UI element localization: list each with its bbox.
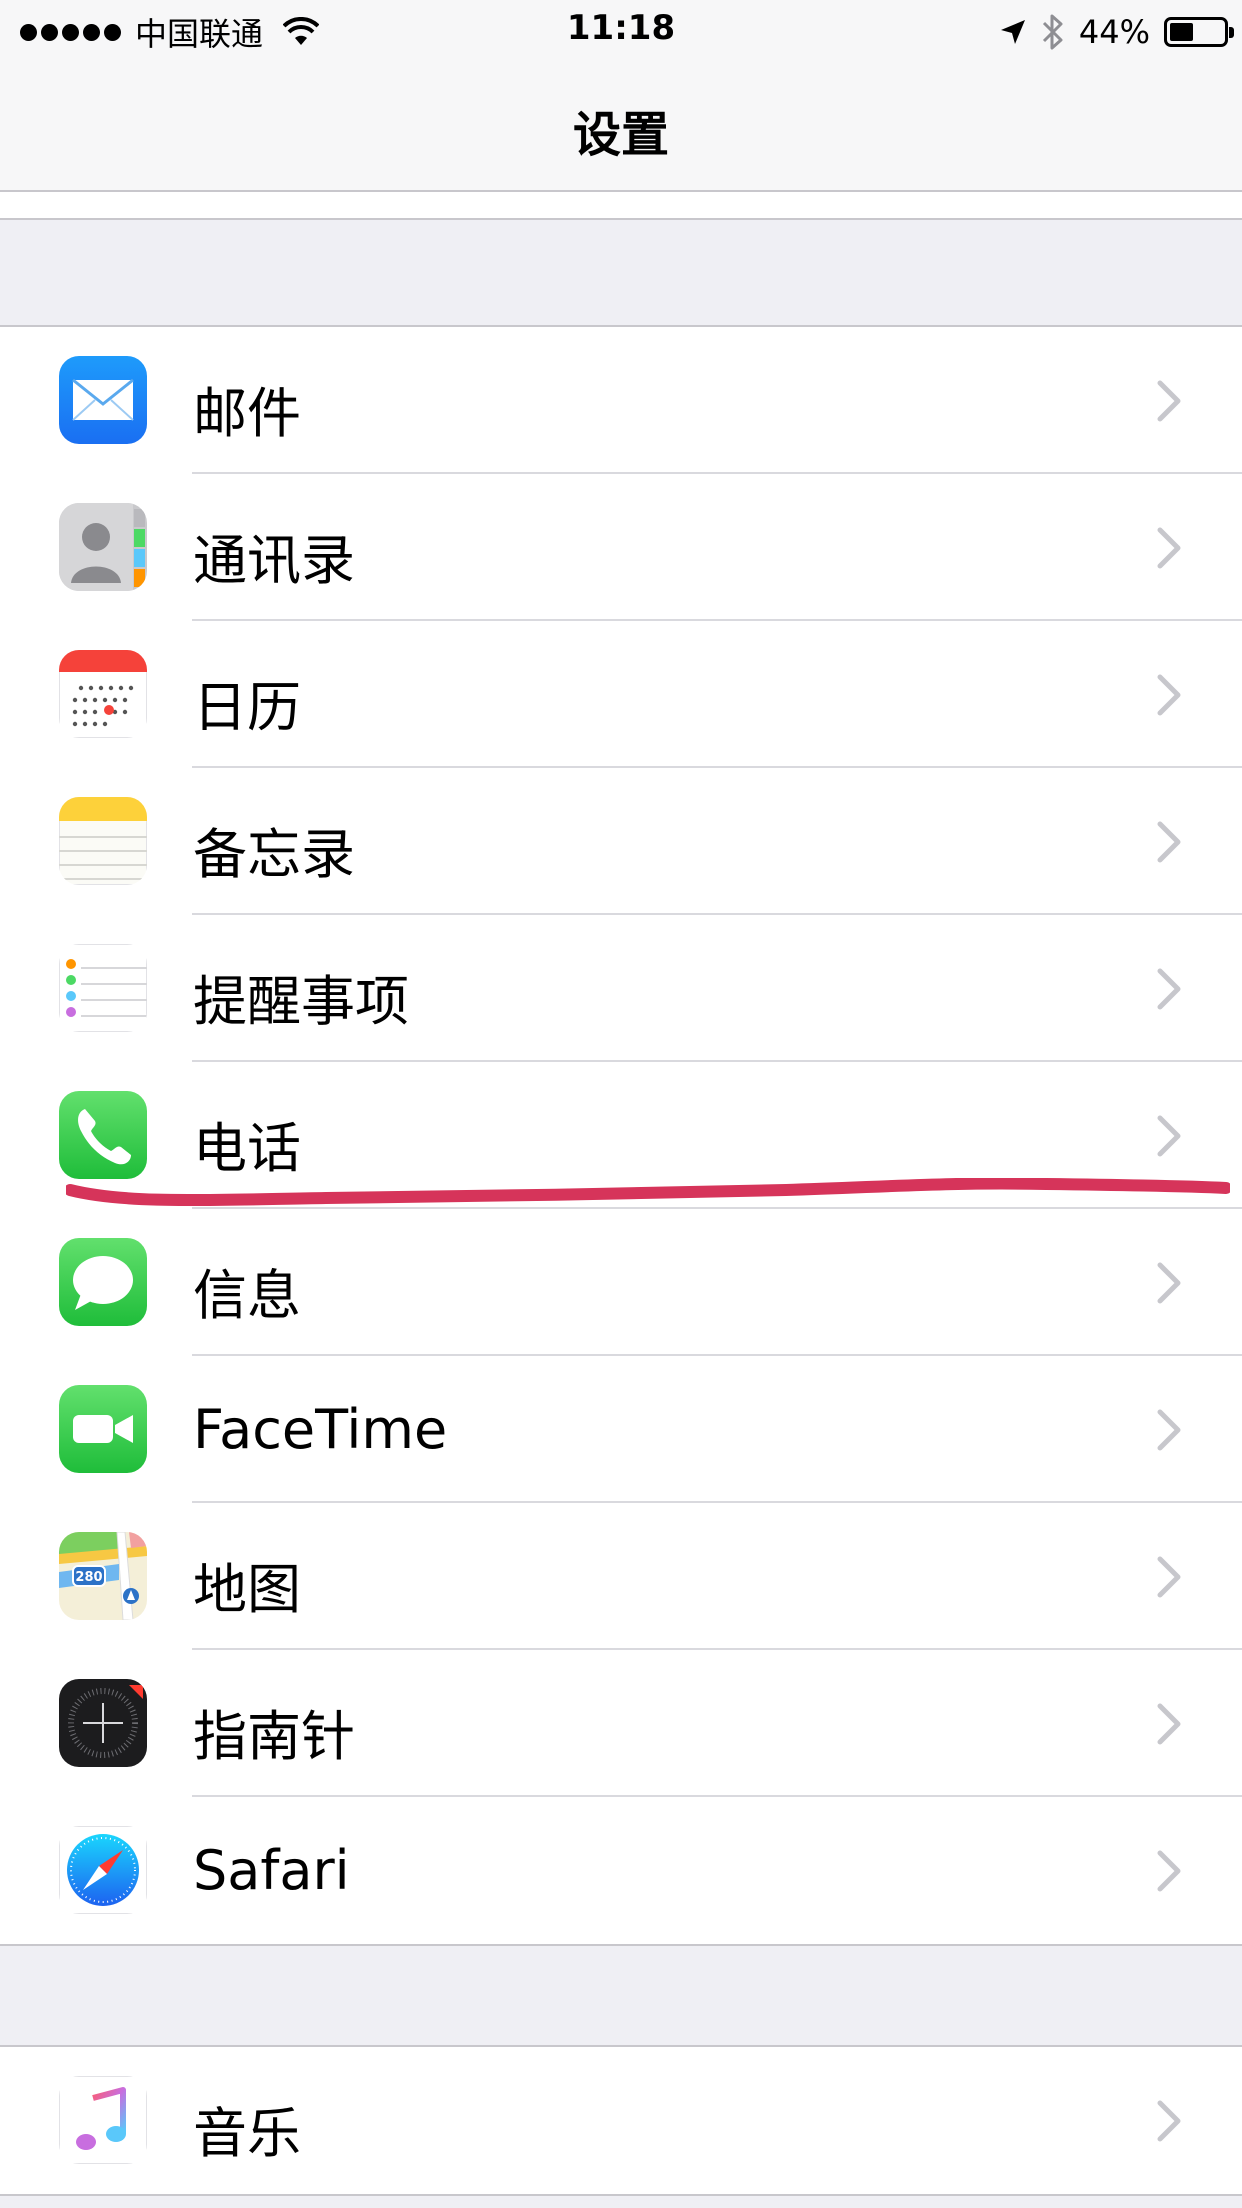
svg-text:280: 280 (75, 1570, 102, 1585)
settings-row-label: 备忘录 (193, 823, 355, 886)
settings-row-messages[interactable]: 信息 (0, 1209, 1242, 1356)
contacts-icon (59, 503, 147, 591)
chevron-right-icon (1156, 1702, 1182, 1746)
chevron-right-icon (1156, 673, 1182, 717)
settings-row-mail[interactable]: 邮件 (0, 327, 1242, 474)
mail-icon (59, 356, 147, 444)
music-icon (59, 2076, 147, 2164)
battery-icon (1164, 17, 1234, 47)
compass-icon (59, 1679, 147, 1767)
settings-row-label: 邮件 (193, 382, 301, 445)
settings-row-music[interactable]: 音乐 (0, 2047, 1242, 2194)
reminders-icon (59, 944, 147, 1032)
chevron-right-icon (1156, 1408, 1182, 1452)
chevron-right-icon (1156, 2099, 1182, 2143)
battery-percent: 44% (1078, 13, 1150, 51)
chevron-right-icon (1156, 820, 1182, 864)
maps-icon: 280 (59, 1532, 147, 1620)
phone-icon (59, 1091, 147, 1179)
notes-icon (59, 797, 147, 885)
settings-row-label: 提醒事项 (193, 970, 409, 1033)
previous-group-edge (0, 192, 1242, 220)
chevron-right-icon (1156, 967, 1182, 1011)
settings-row-notes[interactable]: 备忘录 (0, 768, 1242, 915)
settings-row-label: 通讯录 (193, 529, 355, 592)
settings-group-apps: 邮件 通讯录 日历 备忘录 提醒事项 电话 信息 FaceTime 280 地图… (0, 325, 1242, 1946)
settings-row-label: 地图 (193, 1558, 301, 1621)
settings-row-safari[interactable]: Safari (0, 1797, 1242, 1944)
settings-group-media: 音乐 (0, 2045, 1242, 2196)
status-bar: 中国联通 11:18 44% (0, 0, 1242, 62)
settings-row-label: 日历 (193, 676, 301, 739)
status-right: 44% (999, 10, 1234, 54)
settings-row-label: 信息 (193, 1264, 301, 1327)
chevron-right-icon (1156, 1261, 1182, 1305)
settings-row-calendar[interactable]: 日历 (0, 621, 1242, 768)
location-arrow-icon (1000, 20, 1025, 44)
settings-row-contacts[interactable]: 通讯录 (0, 474, 1242, 621)
settings-row-label: 指南针 (193, 1705, 355, 1768)
chevron-right-icon (1156, 1849, 1182, 1893)
settings-row-label: Safari (193, 1839, 350, 1902)
settings-row-label: 电话 (193, 1117, 301, 1180)
battery-level-fill (1170, 23, 1193, 41)
settings-row-phone[interactable]: 电话 (0, 1062, 1242, 1209)
facetime-icon (59, 1385, 147, 1473)
navigation-bar: 中国联通 11:18 44% 设置 (0, 0, 1242, 192)
safari-icon (59, 1826, 147, 1914)
settings-row-reminders[interactable]: 提醒事项 (0, 915, 1242, 1062)
chevron-right-icon (1156, 379, 1182, 423)
chevron-right-icon (1156, 1114, 1182, 1158)
bluetooth-icon (1042, 14, 1063, 50)
settings-row-maps[interactable]: 280 地图 (0, 1503, 1242, 1650)
settings-row-facetime[interactable]: FaceTime (0, 1356, 1242, 1503)
page-title: 设置 (572, 107, 669, 163)
messages-icon (59, 1238, 147, 1326)
settings-row-compass[interactable]: 指南针 (0, 1650, 1242, 1797)
calendar-icon (59, 650, 147, 738)
settings-row-label: FaceTime (193, 1398, 448, 1461)
settings-row-label: 音乐 (193, 2102, 301, 2165)
chevron-right-icon (1156, 1555, 1182, 1599)
chevron-right-icon (1156, 526, 1182, 570)
